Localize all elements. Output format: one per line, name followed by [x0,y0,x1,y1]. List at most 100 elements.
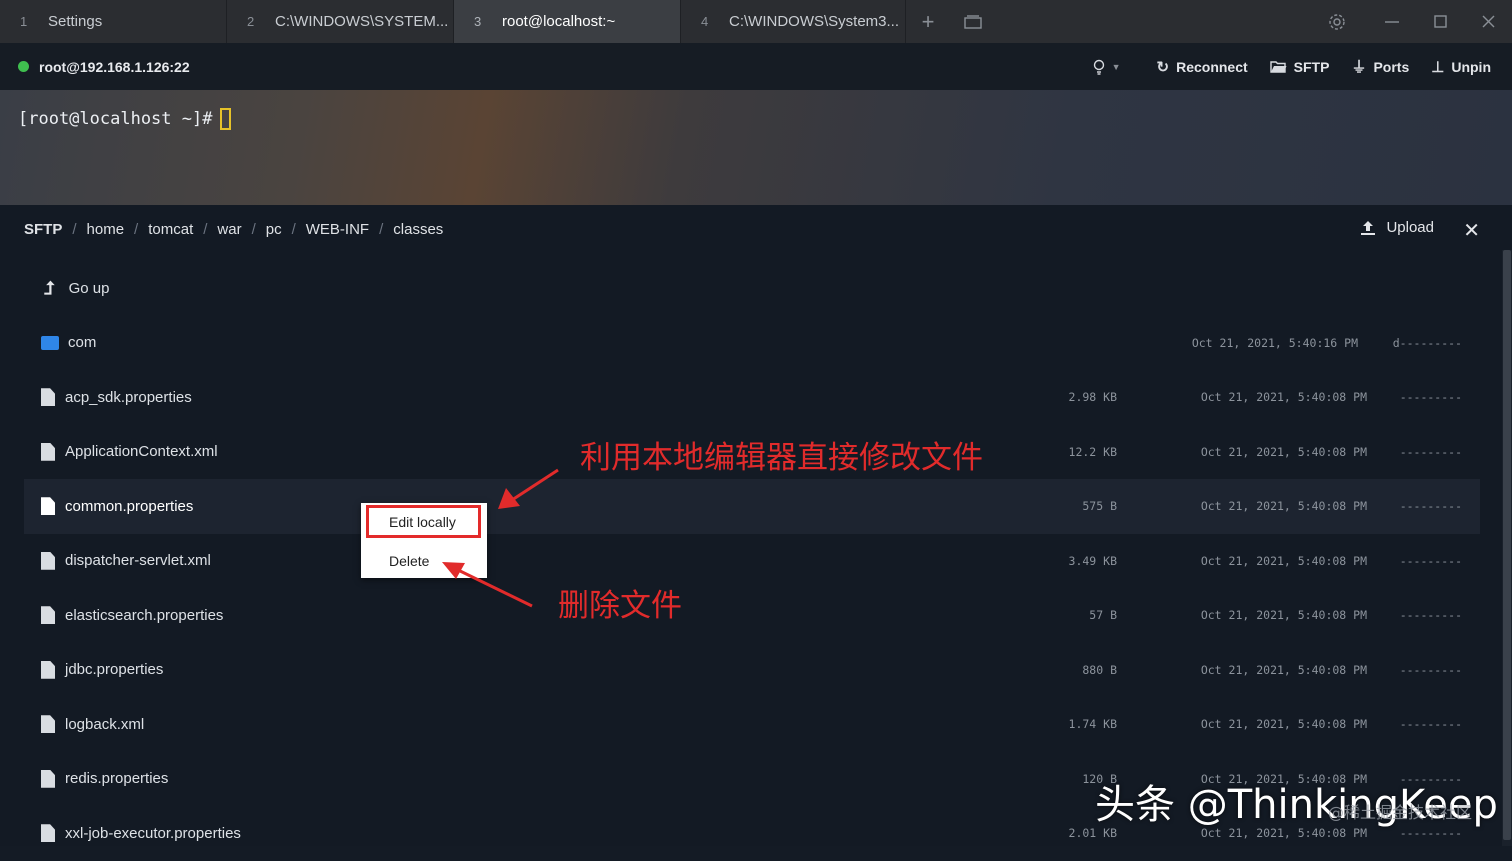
tab-number: 1 [20,14,28,29]
highlight-box [366,505,481,538]
scrollbar-thumb[interactable] [1503,250,1511,840]
lightbulb-icon [1093,59,1104,75]
breadcrumb-web-inf[interactable]: WEB-INF [306,221,369,238]
file-icon [41,388,55,407]
tab-windows-system-1[interactable]: 2 C:\WINDOWS\SYSTEM... [227,0,454,43]
delete-menu-item[interactable]: Delete [361,543,487,579]
upload-icon [1361,220,1376,235]
chevron-down-icon: ▼ [1111,61,1121,72]
close-sftp-icon[interactable]: ✕ [1463,218,1480,243]
reconnect-icon: ↻ [1156,58,1170,76]
file-name: dispatcher-servlet.xml [65,552,211,570]
unpin-button[interactable]: ⊥ Unpin [1422,43,1500,90]
list-item[interactable]: logback.xml 1.74 KB Oct 21, 2021, 5:40:0… [24,697,1480,752]
list-item[interactable]: elasticsearch.properties 57 B Oct 21, 20… [24,588,1480,643]
file-name: com [68,334,97,352]
tab-overview-icon[interactable] [944,0,1002,43]
lightbulb-menu-button[interactable]: ▼ [1084,43,1130,90]
breadcrumb-separator: / [379,221,384,238]
maximize-icon[interactable] [1416,0,1464,43]
upload-button[interactable]: Upload [1360,219,1434,236]
file-size: 880 B [1082,662,1117,677]
tab-label: C:\WINDOWS\SYSTEM... [275,13,449,30]
breadcrumb: SFTP / home / tomcat / war / pc / WEB-IN… [24,221,443,238]
file-date: Oct 21, 2021, 5:40:08 PM [1200,444,1367,459]
file-permissions: --------- [1399,390,1462,405]
unpin-label: Unpin [1451,58,1491,75]
plug-icon: ⏚ [1351,59,1367,76]
tab-windows-system-2[interactable]: 4 C:\WINDOWS\System3... [681,0,906,43]
file-date: Oct 21, 2021, 5:40:08 PM [1200,608,1367,623]
file-list: ⮥ Go up com Oct 21, 2021, 5:40:16 PM d--… [24,261,1480,861]
tab-settings[interactable]: 1 Settings [0,0,227,43]
go-up-label: Go up [68,279,110,297]
sftp-button[interactable]: SFTP [1261,43,1339,90]
list-item[interactable]: jdbc.properties 880 B Oct 21, 2021, 5:40… [24,643,1480,698]
file-icon [41,442,55,461]
file-icon [41,551,55,570]
go-up-row[interactable]: ⮥ Go up [24,261,1480,316]
list-item[interactable]: dispatcher-servlet.xml 3.49 KB Oct 21, 2… [24,534,1480,589]
list-item[interactable]: com Oct 21, 2021, 5:40:16 PM d--------- [24,316,1480,371]
upload-label: Upload [1386,219,1434,236]
breadcrumb-home[interactable]: home [87,221,125,238]
reconnect-button[interactable]: ↻ Reconnect [1148,43,1257,90]
file-name: elasticsearch.properties [65,606,224,624]
tab-root-localhost[interactable]: 3 root@localhost:~ [454,0,681,43]
list-item[interactable]: acp_sdk.properties 2.98 KB Oct 21, 2021,… [24,370,1480,425]
breadcrumb-classes[interactable]: classes [393,221,443,238]
file-icon [41,715,55,734]
file-permissions: --------- [1399,662,1462,677]
breadcrumb-war[interactable]: war [217,221,241,238]
file-icon [41,497,55,516]
file-size: 12.2 KB [1068,444,1117,459]
file-name: jdbc.properties [65,661,164,679]
file-size: 1.74 KB [1068,717,1117,732]
file-date: Oct 21, 2021, 5:40:08 PM [1200,553,1367,568]
breadcrumb-tomcat[interactable]: tomcat [148,221,193,238]
file-name: redis.properties [65,770,169,788]
sftp-label: SFTP [1293,58,1330,75]
delete-annotation: 删除文件 [558,588,682,624]
terminal-cursor [220,108,232,130]
file-icon [41,660,55,679]
delete-label: Delete [389,553,430,569]
file-date: Oct 21, 2021, 5:40:08 PM [1200,717,1367,732]
ports-button[interactable]: ⏚ Ports [1342,43,1418,90]
file-name: xxl-job-executor.properties [65,824,241,842]
pin-icon: ⊥ [1431,58,1445,76]
file-date: Oct 21, 2021, 5:40:16 PM [1191,335,1358,350]
folder-icon [41,335,59,350]
breadcrumb-pc[interactable]: pc [266,221,282,238]
terminal-prompt: [root@localhost ~]# [18,109,213,129]
folder-open-icon [1269,61,1287,73]
new-tab-icon[interactable]: + [912,0,944,43]
file-name: logback.xml [65,715,145,733]
file-name: common.properties [65,497,194,515]
file-date: Oct 21, 2021, 5:40:08 PM [1200,499,1367,514]
file-size: 575 B [1082,499,1117,514]
minimize-icon[interactable] [1368,0,1416,43]
close-window-icon[interactable] [1464,0,1512,43]
file-name: ApplicationContext.xml [65,443,218,461]
watermark-sub: @稀土掘金技术社区 [1328,803,1473,822]
file-permissions: --------- [1399,717,1462,732]
file-name: acp_sdk.properties [65,388,192,406]
tab-number: 2 [247,14,255,29]
edit-annotation: 利用本地编辑器直接修改文件 [580,440,983,476]
file-permissions: --------- [1399,608,1462,623]
file-date: Oct 21, 2021, 5:40:08 PM [1200,662,1367,677]
file-icon [41,769,55,788]
file-permissions: d--------- [1392,335,1462,350]
list-item-selected[interactable]: common.properties 575 B Oct 21, 2021, 5:… [24,479,1480,534]
terminal-area[interactable]: [root@localhost ~]# [0,90,1512,205]
file-permissions: --------- [1399,499,1462,514]
breadcrumb-separator: / [251,221,256,238]
tab-label: Settings [48,13,103,30]
breadcrumb-sftp[interactable]: SFTP [24,221,62,238]
gear-icon[interactable] [1306,0,1368,43]
file-date: Oct 21, 2021, 5:40:08 PM [1200,390,1367,405]
breadcrumb-separator: / [291,221,296,238]
tab-number: 3 [474,14,482,29]
file-size: 3.49 KB [1068,553,1117,568]
